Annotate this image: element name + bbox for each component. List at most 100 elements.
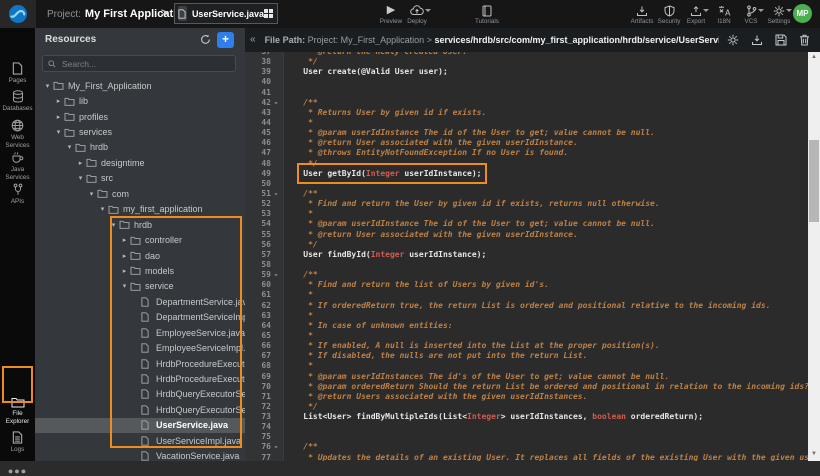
sidebar-item-web-services[interactable]: Web Services bbox=[0, 119, 35, 149]
editor-scrollbar[interactable] bbox=[808, 52, 820, 461]
collapse-panel-icon[interactable]: « bbox=[250, 34, 256, 45]
chevron-down-icon[interactable]: ▾ bbox=[75, 174, 86, 182]
tree-item-HrdbProcedureExecutorSe[interactable]: HrdbProcedureExecutorSe bbox=[35, 356, 245, 371]
tree-item-service[interactable]: ▾service bbox=[35, 279, 245, 294]
chevron-right-icon[interactable]: ▸ bbox=[119, 252, 130, 260]
sidebar-item-logs[interactable]: Logs bbox=[0, 431, 35, 454]
sidebar-item-java-services[interactable]: Java Services bbox=[0, 151, 35, 181]
sidebar-item-pages[interactable]: Pages bbox=[0, 62, 35, 85]
code-lines[interactable]: * @return the newly created User. */ Use… bbox=[284, 52, 808, 461]
tree-item-My_First_Application[interactable]: ▾My_First_Application bbox=[35, 78, 245, 93]
sidebar-more-button[interactable]: ●●● bbox=[0, 466, 35, 476]
code-line-48[interactable]: */ bbox=[284, 159, 808, 169]
code-line-52[interactable]: * Find and return the User by given id i… bbox=[284, 199, 808, 209]
code-line-49[interactable]: User getById(Integer userIdInstance); bbox=[284, 169, 808, 179]
code-line-69[interactable]: * @param userIdInstances The id's of the… bbox=[284, 372, 808, 382]
code-line-41[interactable] bbox=[284, 88, 808, 98]
chevron-down-icon[interactable]: ▾ bbox=[64, 143, 75, 151]
code-line-61[interactable]: * bbox=[284, 290, 808, 300]
tree-item-VacationService.java[interactable]: VacationService.java bbox=[35, 449, 245, 462]
deploy-button[interactable]: Deploy bbox=[402, 4, 432, 25]
code-line-50[interactable] bbox=[284, 179, 808, 189]
tree-item-hrdb[interactable]: ▾hrdb bbox=[35, 140, 245, 155]
scrollbar-thumb[interactable] bbox=[809, 140, 819, 222]
tree-item-DepartmentService.java[interactable]: DepartmentService.java bbox=[35, 294, 245, 309]
vcs-button[interactable]: VCS bbox=[736, 4, 766, 25]
scroll-up-arrow-icon[interactable]: ▲ bbox=[808, 52, 820, 63]
code-line-57[interactable]: User findById(Integer userIdInstance); bbox=[284, 250, 808, 260]
chevron-down-icon[interactable]: ▾ bbox=[53, 128, 64, 136]
code-line-63[interactable]: * bbox=[284, 311, 808, 321]
download-icon[interactable] bbox=[751, 34, 763, 46]
tree-item-models[interactable]: ▸models bbox=[35, 263, 245, 278]
code-line-38[interactable]: */ bbox=[284, 57, 808, 67]
code-line-46[interactable]: * @return User associated with the given… bbox=[284, 138, 808, 148]
refresh-icon[interactable] bbox=[200, 34, 211, 45]
tree-item-HrdbProcedureExecutorSe[interactable]: HrdbProcedureExecutorSe bbox=[35, 371, 245, 386]
chevron-right-icon[interactable]: ▸ bbox=[53, 113, 64, 121]
code-line-40[interactable] bbox=[284, 77, 808, 87]
gear-icon[interactable] bbox=[727, 34, 739, 46]
fold-marker-icon[interactable]: - bbox=[271, 270, 281, 280]
tutorials-button[interactable]: Tutorials bbox=[472, 4, 502, 25]
user-avatar[interactable]: MP bbox=[793, 4, 812, 23]
search-input[interactable] bbox=[60, 58, 235, 70]
chevron-right-icon[interactable]: ▸ bbox=[75, 159, 86, 167]
tab-userservice-java[interactable]: UserService.java bbox=[174, 3, 278, 24]
tree-item-HrdbQueryExecutorService[interactable]: HrdbQueryExecutorService bbox=[35, 387, 245, 402]
code-line-39[interactable]: User create(@Valid User user); bbox=[284, 67, 808, 77]
code-line-47[interactable]: * @throws EntityNotFoundException If no … bbox=[284, 148, 808, 158]
chevron-down-icon[interactable]: ▾ bbox=[119, 282, 130, 290]
code-line-54[interactable]: * @param userIdInstance The id of the Us… bbox=[284, 219, 808, 229]
code-line-72[interactable]: */ bbox=[284, 402, 808, 412]
tree-item-my_first_application[interactable]: ▾my_first_application bbox=[35, 202, 245, 217]
code-line-45[interactable]: * @param userIdInstance The id of the Us… bbox=[284, 128, 808, 138]
code-line-62[interactable]: * If orderedReturn true, the return List… bbox=[284, 301, 808, 311]
tree-item-services[interactable]: ▾services bbox=[35, 124, 245, 139]
chevron-right-icon[interactable]: ▸ bbox=[53, 97, 64, 105]
security-button[interactable]: Security bbox=[654, 4, 684, 25]
code-line-65[interactable]: * bbox=[284, 331, 808, 341]
code-line-51[interactable]: /** bbox=[284, 189, 808, 199]
settings-button[interactable]: Settings bbox=[764, 4, 794, 25]
code-line-76[interactable]: /** bbox=[284, 442, 808, 452]
code-line-68[interactable]: * bbox=[284, 361, 808, 371]
code-line-60[interactable]: * Find and return the list of Users by g… bbox=[284, 280, 808, 290]
code-line-66[interactable]: * If enabled, A null is inserted into th… bbox=[284, 341, 808, 351]
save-icon[interactable] bbox=[775, 34, 787, 46]
chevron-down-icon[interactable]: ▾ bbox=[108, 221, 119, 229]
code-line-56[interactable]: */ bbox=[284, 240, 808, 250]
chevron-down-icon[interactable]: ▾ bbox=[42, 82, 53, 90]
code-line-58[interactable] bbox=[284, 260, 808, 270]
code-line-43[interactable]: * Returns User by given id if exists. bbox=[284, 108, 808, 118]
artifacts-button[interactable]: Artifacts bbox=[627, 4, 657, 25]
fold-marker-icon[interactable]: - bbox=[271, 98, 281, 108]
code-line-55[interactable]: * @return User associated with the given… bbox=[284, 230, 808, 240]
code-line-71[interactable]: * @return Users associated with the give… bbox=[284, 392, 808, 402]
tree-item-src[interactable]: ▾src bbox=[35, 171, 245, 186]
fold-marker-icon[interactable]: - bbox=[271, 189, 281, 199]
code-line-44[interactable]: * bbox=[284, 118, 808, 128]
tree-item-controller[interactable]: ▸controller bbox=[35, 232, 245, 247]
tree-item-HrdbQueryExecutorService[interactable]: HrdbQueryExecutorService bbox=[35, 402, 245, 417]
code-line-74[interactable] bbox=[284, 422, 808, 432]
tree-item-UserServiceImpl.java[interactable]: UserServiceImpl.java bbox=[35, 433, 245, 448]
fold-marker-icon[interactable]: - bbox=[271, 442, 281, 452]
scroll-down-arrow-icon[interactable]: ▼ bbox=[808, 449, 820, 460]
tree-item-UserService.java[interactable]: UserService.java bbox=[35, 418, 245, 433]
code-line-53[interactable]: * bbox=[284, 209, 808, 219]
grid-icon[interactable] bbox=[264, 9, 273, 18]
tree-item-com[interactable]: ▾com bbox=[35, 186, 245, 201]
tree-item-profiles[interactable]: ▸profiles bbox=[35, 109, 245, 124]
tree-item-dao[interactable]: ▸dao bbox=[35, 248, 245, 263]
code-line-70[interactable]: * @param orderedReturn Should the return… bbox=[284, 382, 808, 392]
chevron-down-icon[interactable]: ▾ bbox=[86, 190, 97, 198]
chevron-right-icon[interactable]: ▸ bbox=[119, 236, 130, 244]
code-line-42[interactable]: /** bbox=[284, 98, 808, 108]
chevron-right-icon[interactable]: ▸ bbox=[119, 267, 130, 275]
code-line-64[interactable]: * In case of unknown entities: bbox=[284, 321, 808, 331]
code-line-59[interactable]: /** bbox=[284, 270, 808, 280]
code-line-75[interactable] bbox=[284, 432, 808, 442]
resource-search[interactable] bbox=[42, 55, 236, 72]
tree-item-lib[interactable]: ▸lib bbox=[35, 93, 245, 108]
